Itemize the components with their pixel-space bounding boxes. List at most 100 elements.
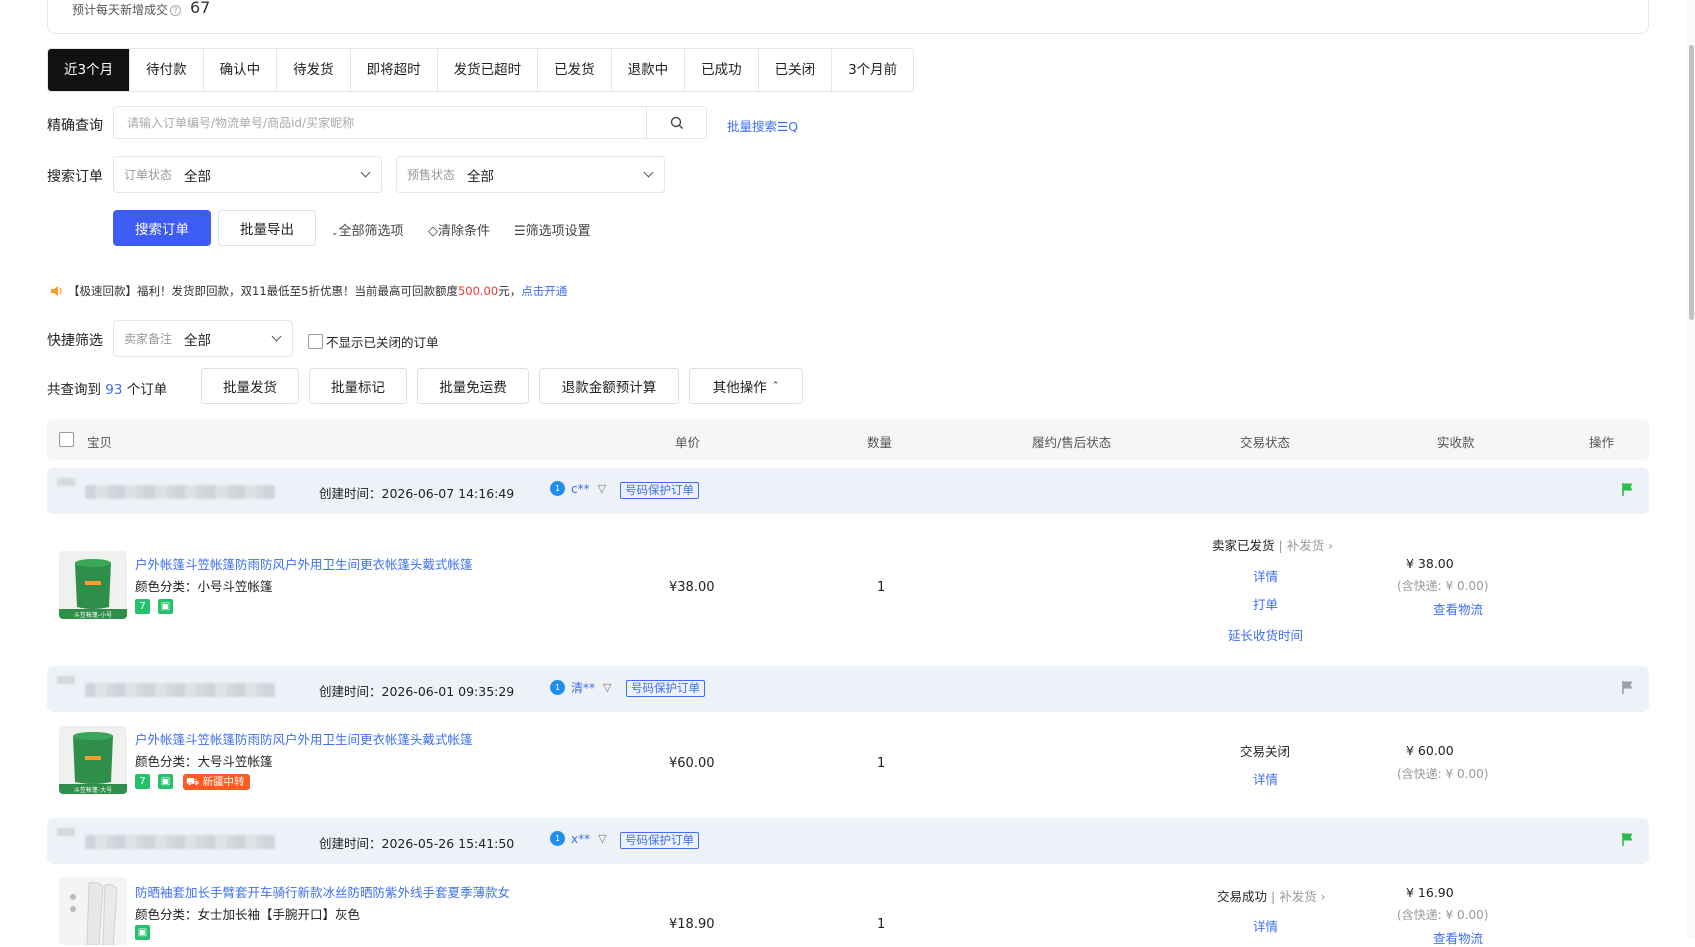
bulk-mark-button[interactable]: 批量标记: [309, 368, 407, 404]
filter-icon[interactable]: ▽: [598, 832, 606, 845]
presale-status-select[interactable]: 预售状态 全部: [396, 156, 665, 193]
view-logistics-link[interactable]: 查看物流: [1433, 599, 1483, 618]
created-time: 创建时间：2026-06-01 09:35:29: [319, 684, 515, 699]
order-id-blurred: [85, 835, 275, 849]
other-actions-button[interactable]: 其他操作 ⌃: [689, 368, 803, 404]
bulk-free-shipping-button[interactable]: 批量免运费: [417, 368, 529, 404]
order-header: 创建时间：2026-06-07 14:16:49 1 c** ▽ 号码保护订单: [47, 468, 1649, 514]
table-header: 宝贝 单价 数量 履约/售后状态 交易状态 实收款 操作: [47, 419, 1649, 460]
stats-value: 67: [190, 0, 211, 17]
product-title-link[interactable]: 户外帐篷斗笠帐篷防雨防风户外用卫生间更衣帐篷头戴式帐篷: [135, 729, 473, 748]
tab-shipped[interactable]: 已发货: [538, 49, 612, 91]
chevron-down-icon: [643, 167, 654, 178]
hide-closed-checkbox[interactable]: [308, 334, 323, 349]
thumb-caption: 斗笠帐篷-大号: [73, 787, 113, 794]
xinjiang-transit-badge: ⛟ 新疆中转: [183, 774, 250, 790]
tab-pending-payment[interactable]: 待付款: [130, 49, 204, 91]
tab-about-to-timeout[interactable]: 即将超时: [351, 49, 438, 91]
detail-link[interactable]: 详情: [1253, 916, 1278, 935]
tab-confirming[interactable]: 确认中: [204, 49, 278, 91]
number-protect-tag: 号码保护订单: [620, 482, 699, 499]
all-filters-toggle[interactable]: ⌄全部筛选项: [331, 220, 404, 239]
seven-day-return-icon: 7: [135, 774, 150, 789]
tab-closed[interactable]: 已关闭: [759, 49, 833, 91]
tab-ship-overdue[interactable]: 发货已超时: [438, 49, 539, 91]
seller-note-select[interactable]: 卖家备注 全部: [113, 320, 293, 357]
tab-succeeded[interactable]: 已成功: [685, 49, 759, 91]
hide-closed-option[interactable]: 不显示已关闭的订单: [308, 332, 439, 351]
search-button[interactable]: [646, 107, 706, 138]
trade-status: 交易关闭: [1240, 744, 1291, 759]
eraser-icon: ◇: [428, 224, 438, 239]
buyer-nick[interactable]: 1 清** ▽: [550, 679, 611, 696]
filter-icon[interactable]: ▽: [598, 482, 606, 495]
flag-icon[interactable]: [1621, 680, 1635, 695]
received-amount: ¥ 16.90: [1406, 885, 1454, 900]
bulk-ship-button[interactable]: 批量发货: [201, 368, 299, 404]
chevron-down-icon: [360, 167, 371, 178]
notice-open-link[interactable]: 点击开通: [521, 283, 567, 299]
buyer-nick[interactable]: 1 c** ▽: [550, 481, 606, 496]
reship-link[interactable]: 补发货: [1279, 889, 1317, 904]
precise-search-label: 精确查询: [47, 118, 103, 134]
chevron-up-icon: ⌃: [771, 381, 780, 391]
flag-icon[interactable]: [1621, 832, 1635, 847]
tab-refunding[interactable]: 退款中: [612, 49, 686, 91]
help-icon[interactable]: ?: [170, 5, 182, 16]
filter-icon[interactable]: ▽: [603, 681, 611, 694]
print-link[interactable]: 打单: [1253, 594, 1278, 613]
select-all-checkbox[interactable]: [59, 432, 74, 447]
received-amount: ¥ 60.00: [1406, 743, 1454, 758]
truck-icon: ⛟: [186, 776, 200, 788]
order-status-label: 订单状态: [124, 168, 173, 182]
number-protect-tag: 号码保护订单: [620, 832, 699, 849]
product-thumbnail[interactable]: 斗笠帐篷-小号: [59, 551, 127, 619]
clear-conditions-button[interactable]: ◇清除条件: [428, 220, 490, 239]
flag-icon[interactable]: [1621, 482, 1635, 497]
seller-note-label: 卖家备注: [124, 332, 173, 346]
seller-note-value: 全部: [184, 332, 212, 349]
buyer-nick[interactable]: 1 x** ▽: [550, 831, 607, 846]
order-id-blurred: [57, 676, 75, 684]
product-thumbnail[interactable]: [59, 877, 127, 945]
tab-recent-3-months[interactable]: 近3个月: [48, 49, 131, 91]
chat-icon: 1: [550, 831, 565, 846]
product-sku: 颜色分类：大号斗笠帐篷: [135, 754, 273, 769]
hide-closed-label: 不显示已关闭的订单: [326, 335, 439, 350]
reship-link[interactable]: 补发货: [1287, 538, 1325, 553]
order-tabs: 近3个月 待付款 确认中 待发货 即将超时 发货已超时 已发货 退款中 已成功 …: [47, 48, 915, 92]
product-title-link[interactable]: 户外帐篷斗笠帐篷防雨防风户外用卫生间更衣帐篷头戴式帐篷: [135, 554, 473, 573]
precise-search-input[interactable]: [114, 107, 646, 138]
shipping-fee: (含快递: ¥ 0.00): [1397, 579, 1489, 593]
unit-price: ¥18.90: [669, 917, 715, 932]
page-scrollbar[interactable]: [1687, 0, 1695, 938]
created-time: 创建时间：2026-05-26 15:41:50: [319, 836, 515, 851]
filter-settings-button[interactable]: ☰筛选项设置: [514, 220, 591, 239]
scrollbar-thumb[interactable]: [1689, 45, 1694, 320]
quantity: 1: [877, 756, 886, 771]
quantity: 1: [877, 917, 886, 932]
search-icon: [670, 116, 683, 129]
batch-search-link[interactable]: 批量搜索☰Q: [727, 116, 798, 135]
order-id-blurred: [57, 478, 75, 486]
product-thumbnail[interactable]: 斗笠帐篷-大号: [59, 726, 127, 794]
batch-export-button[interactable]: 批量导出: [218, 210, 316, 246]
chevron-down-small-icon: ⌄: [331, 228, 339, 238]
detail-link[interactable]: 详情: [1253, 769, 1278, 788]
tab-to-ship[interactable]: 待发货: [277, 49, 351, 91]
shipping-guarantee-icon: ▣: [158, 774, 173, 789]
presale-status-value: 全部: [467, 168, 495, 185]
order-status-select[interactable]: 订单状态 全部: [113, 156, 382, 193]
refund-precalc-button[interactable]: 退款金额预计算: [539, 368, 679, 404]
seven-day-return-icon: 7: [135, 599, 150, 614]
menu-icon: ☰: [514, 224, 526, 239]
tab-older-than-3-months[interactable]: 3个月前: [832, 49, 913, 91]
product-title-link[interactable]: 防晒袖套加长手臂套开车骑行新款冰丝防晒防紫外线手套夏季薄款女: [135, 882, 510, 901]
extend-receipt-link[interactable]: 延长收货时间: [1228, 625, 1303, 644]
shipping-guarantee-icon: ▣: [158, 599, 173, 614]
detail-link[interactable]: 详情: [1253, 566, 1278, 585]
shipping-fee: (含快递: ¥ 0.00): [1397, 767, 1489, 781]
chevron-down-icon: [271, 331, 282, 342]
search-orders-button[interactable]: 搜索订单: [113, 210, 211, 246]
col-trade-status: 交易状态: [1240, 435, 1291, 450]
